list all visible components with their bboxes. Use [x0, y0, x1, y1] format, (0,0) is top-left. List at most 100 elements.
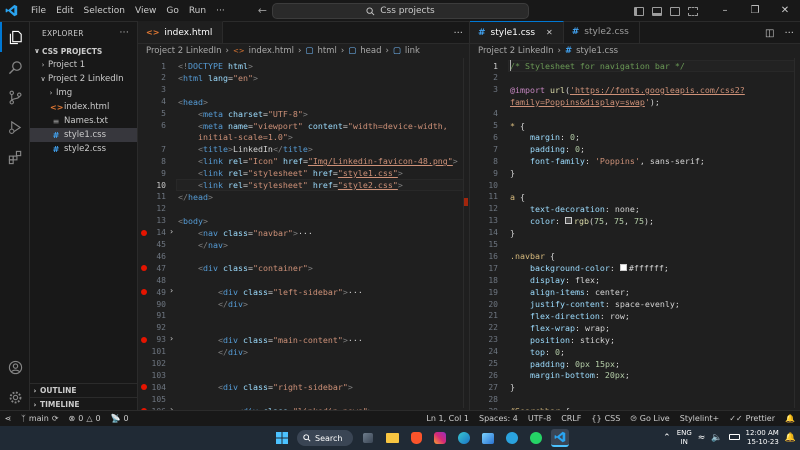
back-arrow-icon[interactable]: ←	[258, 4, 267, 17]
breakpoint-icon[interactable]	[141, 336, 147, 343]
close-icon[interactable]: ✕	[770, 0, 800, 22]
breadcrumb: Project 2 LinkedIn › <> index.html › ▢ h…	[146, 46, 420, 56]
code-line: 5 <meta charset="UTF-8">	[138, 108, 469, 120]
extensions-icon[interactable]	[0, 142, 30, 172]
breadcrumb-item[interactable]: link	[405, 46, 420, 56]
prettier-status[interactable]: ✓✓ Prettier	[724, 414, 780, 423]
windows-start-icon[interactable]	[273, 429, 291, 447]
code-text: <div class="container">	[197, 263, 313, 274]
timeline-section[interactable]: › TIMELINE	[30, 397, 138, 411]
menu-more[interactable]: ···	[211, 0, 230, 22]
breadcrumb-item[interactable]: head	[360, 46, 381, 56]
tab-label: index.html	[164, 27, 213, 38]
code-line: 21 flex-direction: row;	[470, 310, 800, 322]
tree-folder-project1[interactable]: › Project 1	[30, 58, 137, 72]
more-actions-icon[interactable]: ···	[120, 28, 129, 38]
fold-chevron-icon[interactable]: ›	[170, 334, 173, 343]
tree-folder-img[interactable]: › Img	[30, 86, 137, 100]
stylelint-status[interactable]: Stylelint+	[675, 414, 724, 423]
tree-folder-project2[interactable]: ∨ Project 2 LinkedIn	[30, 72, 137, 86]
workspace-header[interactable]: ∨ CSS PROJECTS	[30, 44, 137, 58]
tab-style2-css[interactable]: # style2.css	[564, 21, 640, 43]
close-tab-icon[interactable]: ✕	[546, 28, 553, 37]
battery-icon[interactable]	[728, 434, 740, 442]
menu-run[interactable]: Run	[184, 0, 211, 22]
scrollbar-track[interactable]	[794, 58, 800, 408]
menu-go[interactable]: Go	[161, 0, 183, 22]
breadcrumb-item[interactable]: style1.css	[576, 46, 618, 56]
problems-indicator[interactable]: ⊗ 0 △ 0	[64, 414, 106, 423]
brave-browser-icon[interactable]	[407, 429, 425, 447]
tree-file-names-txt[interactable]: ≡ Names.txt	[30, 114, 137, 128]
menu-selection[interactable]: Selection	[79, 0, 130, 22]
menu-edit[interactable]: Edit	[51, 0, 78, 22]
file-explorer-icon[interactable]	[383, 429, 401, 447]
toggle-primary-sidebar-icon[interactable]	[634, 6, 644, 16]
vscode-taskbar-icon[interactable]	[551, 429, 569, 447]
breadcrumb-item[interactable]: html	[317, 46, 336, 56]
split-editor-icon[interactable]: ◫	[765, 28, 774, 39]
restore-icon[interactable]: ❐	[740, 0, 770, 22]
language-mode[interactable]: {} CSS	[586, 414, 625, 423]
breadcrumb-item[interactable]: Project 2 LinkedIn	[478, 46, 554, 56]
menu-file[interactable]: File	[26, 0, 51, 22]
tree-file-style1-css[interactable]: # style1.css	[30, 128, 137, 142]
ime-indicator[interactable]: ENG IN	[677, 429, 692, 447]
edge-browser-icon[interactable]	[455, 429, 473, 447]
breakpoint-icon[interactable]	[141, 229, 147, 236]
go-live-button[interactable]: ⧁ Go Live	[625, 414, 674, 424]
more-actions-icon[interactable]: ···	[784, 28, 794, 39]
settings-gear-icon[interactable]	[0, 382, 30, 412]
notifications-icon[interactable]: 🔔	[780, 414, 800, 423]
search-icon[interactable]	[0, 52, 30, 82]
run-debug-icon[interactable]	[0, 112, 30, 142]
wifi-icon[interactable]: ≈	[698, 433, 706, 443]
explorer-icon[interactable]	[0, 22, 30, 52]
tab-style1-css[interactable]: # style1.css ✕	[470, 21, 564, 43]
clock[interactable]: 12:00 AM 15-10-23	[746, 429, 779, 447]
show-hidden-icons-chevron-icon[interactable]: ⌃	[663, 433, 671, 443]
more-actions-icon[interactable]: ···	[453, 28, 463, 39]
whatsapp-icon[interactable]	[527, 429, 545, 447]
tree-file-index-html[interactable]: <> index.html	[30, 100, 137, 114]
indentation[interactable]: Spaces: 4	[474, 414, 523, 423]
breadcrumb-item[interactable]: Project 2 LinkedIn	[146, 46, 222, 56]
branch-indicator[interactable]: ᛉ main ⟳	[16, 414, 64, 423]
line-number: 18	[488, 275, 498, 285]
scrollbar-track[interactable]	[463, 58, 469, 408]
code-line: 93 <div class="main-content">···	[138, 334, 469, 346]
notification-bell-icon[interactable]: 🔔	[785, 433, 796, 443]
fold-chevron-icon[interactable]: ›	[170, 286, 173, 295]
telegram-icon[interactable]	[503, 429, 521, 447]
task-view-icon[interactable]	[359, 429, 377, 447]
customize-layout-icon[interactable]	[688, 6, 698, 16]
code-line: 4	[470, 108, 800, 120]
command-center-search[interactable]: Css projects	[272, 3, 529, 19]
end-of-line[interactable]: CRLF	[556, 414, 586, 423]
tab-index-html[interactable]: <> index.html	[138, 21, 224, 43]
source-control-icon[interactable]	[0, 82, 30, 112]
account-icon[interactable]	[0, 352, 30, 382]
volume-icon[interactable]: 🔈	[711, 433, 722, 443]
code-line: 2 <html lang="en">	[138, 72, 469, 84]
remote-indicator-icon[interactable]: ⋖	[0, 411, 16, 427]
instagram-icon[interactable]	[431, 429, 449, 447]
taskbar-search[interactable]: Search	[297, 430, 353, 446]
line-number: 20	[488, 299, 498, 309]
tree-file-style2-css[interactable]: # style2.css	[30, 142, 137, 156]
photos-icon[interactable]	[479, 429, 497, 447]
code-editor-html[interactable]: 1 <!DOCTYPE html> 2 <html lang="en"> 3 4 <head…	[138, 58, 469, 416]
outline-section[interactable]: › OUTLINE	[30, 383, 138, 397]
menu-view[interactable]: View	[130, 0, 161, 22]
minimize-icon[interactable]: –	[710, 0, 740, 22]
fold-chevron-icon[interactable]: ›	[170, 227, 173, 236]
toggle-panel-icon[interactable]	[652, 6, 662, 16]
code-text: /* Stylesheet for navigation bar */	[510, 61, 685, 71]
code-text: a {	[510, 191, 525, 202]
encoding[interactable]: UTF-8	[523, 414, 556, 423]
toggle-secondary-sidebar-icon[interactable]	[670, 6, 680, 16]
code-editor-css[interactable]: 1/* Stylesheet for navigation bar */2 3 @i…	[470, 58, 800, 416]
cursor-position[interactable]: Ln 1, Col 1	[421, 414, 474, 423]
breadcrumb-item[interactable]: index.html	[249, 46, 294, 56]
ports-indicator[interactable]: 📡 0	[106, 414, 134, 423]
